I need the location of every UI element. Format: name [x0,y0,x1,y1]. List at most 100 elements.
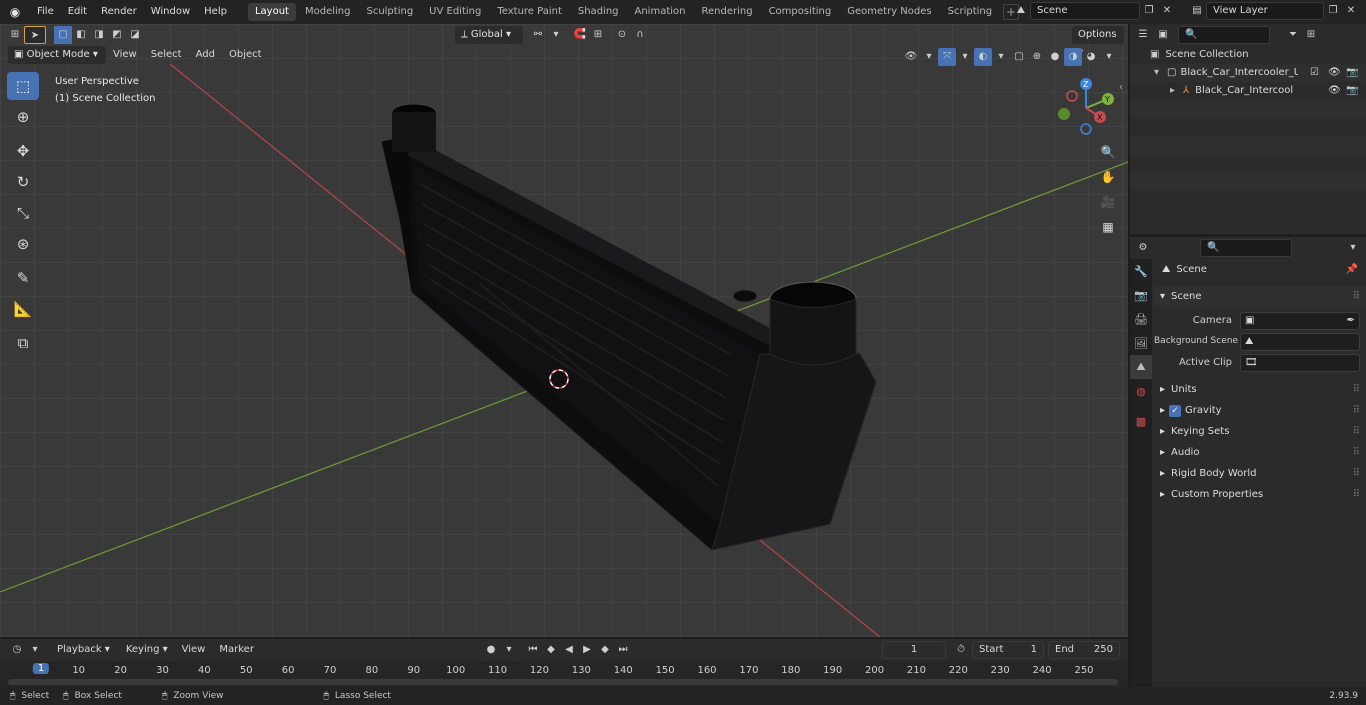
preview-range-icon[interactable]: ⏱ [952,641,970,659]
filter-icon[interactable]: ⏷ [1284,26,1302,44]
expand-arrow-icon[interactable]: ▾ [1154,64,1159,82]
timeline-editor-icon[interactable]: ◷ [8,641,26,659]
custom-properties-section[interactable]: ▸ Custom Properties ⠿ [1154,484,1366,505]
properties-options-icon[interactable]: ▾ [1344,239,1362,257]
select-mode-invert-icon[interactable]: ◩ [108,26,126,44]
object-mode-dropdown[interactable]: ▣ Object Mode ▾ [8,46,106,64]
viewport-menu-select[interactable]: Select [144,46,189,64]
editor-dropdown-icon[interactable]: ▾ [26,641,44,659]
frame-ruler[interactable]: 1 10 20 30 40 50 60 70 80 90 100 110 120 130 140 150 160… [0,661,1128,687]
tab-scripting[interactable]: Scripting [941,3,999,21]
keying-menu[interactable]: Keying ▾ [118,641,175,659]
properties-search-input[interactable]: 🔍 [1200,239,1292,257]
overlay-toggle-icon[interactable]: ◐ [974,48,992,66]
select-mode-subtract-icon[interactable]: ◨ [90,26,108,44]
shading-rendered-icon[interactable]: ◕ [1082,48,1100,66]
delete-scene-icon[interactable]: ✕ [1158,2,1176,20]
tab-uv-editing[interactable]: UV Editing [422,3,488,21]
end-frame-field[interactable]: End 250 [1048,641,1120,659]
tab-tool-icon[interactable]: 🔧 [1130,259,1152,283]
add-cube-tool-icon[interactable]: ⧉ [7,329,39,357]
start-frame-field[interactable]: Start 1 [972,641,1044,659]
camera-view-icon[interactable]: 🎥 [1097,191,1119,213]
tab-shading[interactable]: Shading [571,3,626,21]
sidebar-toggle-icon[interactable]: ‹ [1119,82,1123,93]
play-icon[interactable]: ▶ [578,641,596,659]
rotate-tool-icon[interactable]: ↻ [7,168,39,196]
zoom-icon[interactable]: 🔍 [1097,141,1119,163]
playback-menu[interactable]: Playback ▾ [50,641,117,659]
properties-editor-icon[interactable]: ⚙ [1134,239,1152,257]
tab-output-icon[interactable]: 🖨 [1130,307,1152,331]
gravity-checkbox[interactable]: ✓ [1169,404,1182,417]
delete-view-layer-icon[interactable]: ✕ [1342,2,1360,20]
shading-material-icon[interactable]: ◑ [1064,48,1082,66]
camera-field[interactable]: ▣ ✒ [1240,311,1360,330]
play-reverse-icon[interactable]: ◀ [560,641,578,659]
tab-rendering[interactable]: Rendering [694,3,759,21]
tab-compositing[interactable]: Compositing [762,3,839,21]
outliner-editor-icon[interactable]: ☰ [1134,26,1152,44]
navigation-gizmo[interactable]: Z Y X [1052,76,1122,138]
options-dropdown[interactable]: Options ▾ [1072,26,1124,58]
active-clip-field[interactable]: 🎞 [1240,353,1360,372]
drag-handle-icon[interactable]: ⠿ [1353,286,1360,307]
transform-tool-icon[interactable]: ⊛ [7,230,39,258]
next-keyframe-icon[interactable]: ◆ [596,641,614,659]
render-camera-icon[interactable]: 📷 [1346,82,1358,100]
annotate-tool-icon[interactable]: ✎ [7,264,39,292]
scene-panel-header[interactable]: ▾ Scene ⠿ [1154,286,1366,307]
viewport-menu-view[interactable]: View [106,46,144,64]
pan-hand-icon[interactable]: ✋ [1097,166,1119,188]
scene-icon[interactable]: ⛰ [1012,2,1030,20]
display-mode-icon[interactable]: ▣ [1154,26,1172,44]
tab-scene-icon[interactable]: ⛰ [1130,355,1152,379]
shading-wireframe-icon[interactable]: ⊕ [1028,48,1046,66]
move-tool-icon[interactable]: ✥ [7,137,39,165]
gizmo-dropdown-icon[interactable]: ▾ [956,48,974,66]
falloff-icon[interactable]: ∩ [631,26,649,44]
tab-sculpting[interactable]: Sculpting [359,3,420,21]
tree-item-scene-collection[interactable]: ▣ Scene Collection [1130,46,1366,64]
select-mode-intersect-icon[interactable]: ◪ [126,26,144,44]
marker-menu[interactable]: Marker [212,641,261,659]
new-view-layer-icon[interactable]: ❐ [1324,2,1342,20]
prev-keyframe-icon[interactable]: ◆ [542,641,560,659]
view-layer-icon[interactable]: ▤ [1188,2,1206,20]
xray-icon[interactable]: ▢ [1010,48,1028,66]
pivot-icon[interactable]: ⚯ [529,26,547,44]
gizmo-toggle-icon[interactable]: ⤧ [938,48,956,66]
record-icon[interactable]: ● [482,641,500,659]
drag-handle-icon[interactable]: ⠿ [1353,421,1360,442]
cursor-tool-icon[interactable]: ⊕ [7,103,39,131]
background-scene-field[interactable]: ⛰ [1240,332,1360,351]
menu-render[interactable]: Render [94,0,144,24]
tab-view-layer-icon[interactable]: 🖼 [1130,331,1152,355]
new-scene-icon[interactable]: ❐ [1140,2,1158,20]
orientation-dropdown[interactable]: ⟂ Global ▾ [455,26,523,44]
visibility-dropdown-icon[interactable]: ▾ [920,48,938,66]
drag-handle-icon[interactable]: ⠿ [1353,463,1360,484]
units-section[interactable]: ▸ Units ⠿ [1154,379,1366,400]
select-mode-new-icon[interactable]: ▢ [54,26,72,44]
viewport-menu-add[interactable]: Add [189,46,222,64]
menu-help[interactable]: Help [197,0,234,24]
visibility-eye-icon[interactable]: 👁 [1328,82,1341,100]
select-tool-icon[interactable]: ➤ [24,26,46,44]
visibility-icon[interactable]: 👁 [902,48,920,66]
drag-handle-icon[interactable]: ⠿ [1353,484,1360,505]
record-options-icon[interactable]: ▾ [500,641,518,659]
menu-window[interactable]: Window [144,0,197,24]
drag-handle-icon[interactable]: ⠿ [1353,400,1360,421]
measure-tool-icon[interactable]: 📐 [7,295,39,323]
tab-render-icon[interactable]: 📷 [1130,283,1152,307]
tab-modeling[interactable]: Modeling [298,3,358,21]
jump-start-icon[interactable]: ⏮ [524,641,542,659]
select-mode-extend-icon[interactable]: ◧ [72,26,90,44]
tab-texture-icon[interactable]: ▩ [1130,409,1152,433]
visibility-eye-icon[interactable]: 👁 [1328,64,1341,82]
tab-animation[interactable]: Animation [628,3,693,21]
tab-texture-paint[interactable]: Texture Paint [490,3,569,21]
tab-layout[interactable]: Layout [247,3,296,21]
tree-item-collection[interactable]: ▾ ▢ Black_Car_Intercooler_Up_Sid ☑ 👁 📷 [1130,64,1366,82]
